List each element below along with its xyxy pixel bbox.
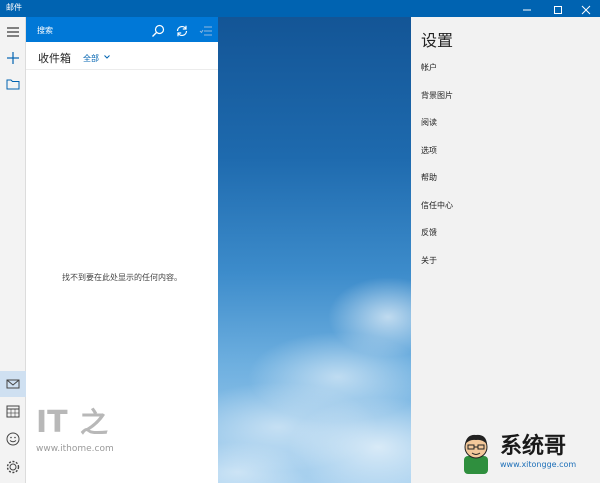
close-button[interactable] bbox=[572, 0, 599, 17]
folders-button[interactable] bbox=[0, 71, 26, 97]
minimize-icon bbox=[522, 9, 531, 11]
nav-rail bbox=[0, 17, 26, 483]
empty-state-message: 找不到要在此处显示的任何内容。 bbox=[62, 273, 182, 282]
settings-pane: 设置 帐户 背景图片 阅读 选项 帮助 信任中心 反馈 关于 bbox=[411, 17, 600, 483]
hamburger-button[interactable] bbox=[0, 19, 26, 45]
ithome-watermark: IT 之 www.ithome.com bbox=[36, 402, 136, 462]
close-icon bbox=[581, 5, 590, 15]
search-bar: 搜索 bbox=[26, 17, 218, 42]
window-title: 邮件 bbox=[6, 3, 22, 12]
settings-item-feedback[interactable]: 反馈 bbox=[421, 227, 437, 238]
select-mode-button[interactable] bbox=[199, 23, 213, 37]
settings-item-help[interactable]: 帮助 bbox=[421, 172, 437, 183]
cartoon-avatar-icon bbox=[464, 434, 488, 474]
xitongge-url: www.xitongge.com bbox=[500, 460, 577, 469]
gear-icon bbox=[6, 460, 20, 474]
settings-item-about[interactable]: 关于 bbox=[421, 255, 437, 266]
xitongge-brand: 系统哥 bbox=[500, 434, 567, 459]
maximize-icon bbox=[553, 6, 562, 14]
feedback-button[interactable] bbox=[0, 426, 26, 452]
title-bar: 邮件 bbox=[0, 0, 600, 17]
xitongge-watermark: 系统哥 www.xitongge.com bbox=[455, 428, 600, 483]
mail-icon bbox=[6, 379, 20, 389]
ithome-url: www.ithome.com bbox=[36, 444, 114, 454]
sync-icon bbox=[176, 25, 188, 37]
ithome-logo: IT 之 bbox=[36, 405, 108, 440]
minimize-button[interactable] bbox=[513, 0, 540, 17]
search-input[interactable]: 搜索 bbox=[37, 25, 53, 36]
new-mail-button[interactable] bbox=[0, 45, 26, 71]
settings-item-background[interactable]: 背景图片 bbox=[421, 90, 453, 101]
reading-pane bbox=[218, 17, 412, 483]
search-button[interactable] bbox=[151, 23, 165, 37]
settings-item-accounts[interactable]: 帐户 bbox=[421, 62, 437, 73]
settings-item-reading[interactable]: 阅读 bbox=[421, 117, 437, 128]
settings-title: 设置 bbox=[421, 31, 454, 50]
folder-icon bbox=[6, 79, 20, 90]
smiley-icon bbox=[6, 432, 20, 446]
calendar-button[interactable] bbox=[0, 398, 26, 424]
settings-button[interactable] bbox=[0, 454, 26, 480]
filter-dropdown[interactable]: 全部 bbox=[83, 53, 99, 64]
sync-button[interactable] bbox=[175, 23, 189, 37]
maximize-button[interactable] bbox=[544, 0, 571, 17]
select-list-icon bbox=[199, 26, 212, 36]
folder-header: 收件箱 全部 bbox=[26, 42, 218, 70]
settings-item-options[interactable]: 选项 bbox=[421, 145, 437, 156]
svg-text:IT: IT bbox=[36, 405, 68, 440]
calendar-icon bbox=[6, 405, 20, 418]
svg-text:之: 之 bbox=[80, 406, 108, 439]
hamburger-icon bbox=[7, 27, 19, 37]
sky-background-image bbox=[218, 277, 412, 483]
settings-item-trust-center[interactable]: 信任中心 bbox=[421, 200, 453, 211]
plus-icon bbox=[7, 52, 19, 64]
folder-title: 收件箱 bbox=[38, 52, 71, 65]
search-icon bbox=[152, 24, 165, 37]
chevron-down-icon bbox=[104, 55, 110, 59]
mail-button[interactable] bbox=[0, 371, 26, 397]
